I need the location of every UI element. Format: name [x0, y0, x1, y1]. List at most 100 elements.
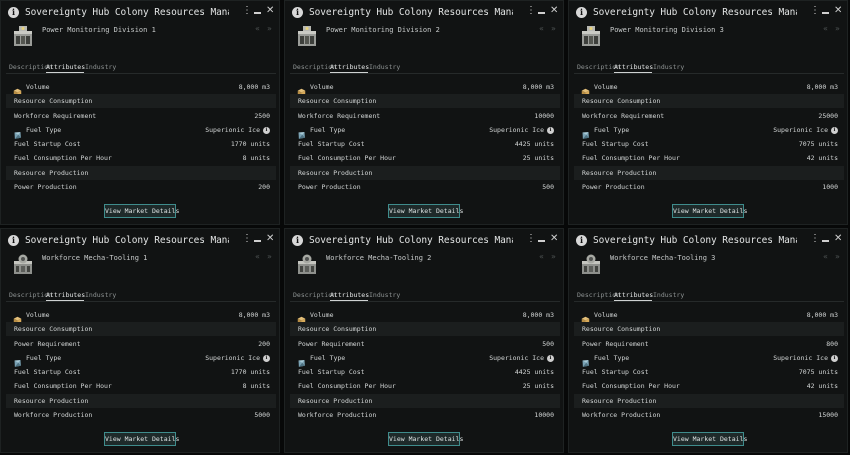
back-arrow-icon[interactable]: « — [255, 252, 260, 261]
info-window: i Sovereignty Hub Colony Resources Manage… — [284, 228, 564, 453]
minimize-icon[interactable] — [254, 12, 261, 14]
window-titlebar[interactable]: i Sovereignty Hub Colony Resources Manage… — [1, 1, 279, 25]
attribute-label: Fuel Startup Cost — [14, 368, 81, 376]
tab-attributes[interactable]: Attributes — [330, 291, 369, 299]
attribute-label: Resource Production — [582, 169, 657, 177]
attribute-label: Fuel Startup Cost — [298, 368, 365, 376]
forward-arrow-icon[interactable]: » — [267, 252, 272, 261]
forward-arrow-icon[interactable]: » — [835, 252, 840, 261]
window-titlebar[interactable]: i Sovereignty Hub Colony Resources Manage… — [569, 1, 847, 25]
back-arrow-icon[interactable]: « — [539, 252, 544, 261]
attribute-value: 1770 units — [231, 368, 270, 376]
info-icon[interactable]: i — [547, 354, 554, 362]
tab-industry[interactable]: Industry — [653, 291, 684, 299]
attribute-value: 4425 units — [515, 368, 554, 376]
superionic-ice-icon — [581, 353, 590, 367]
attribute-row: Fuel Consumption Per Hour 42 units — [574, 379, 844, 393]
active-tab-indicator — [614, 72, 652, 73]
more-options-icon[interactable]: ⋮ — [810, 233, 820, 244]
minimize-icon[interactable] — [254, 240, 261, 242]
tab-attributes[interactable]: Attributes — [614, 291, 653, 299]
attribute-label: Volume — [310, 311, 334, 319]
info-icon[interactable]: i — [8, 7, 19, 18]
more-options-icon[interactable]: ⋮ — [526, 233, 536, 244]
info-icon[interactable]: i — [831, 354, 838, 362]
attribute-label: Resource Production — [298, 169, 373, 177]
tab-attributes[interactable]: Attributes — [46, 63, 85, 71]
back-arrow-icon[interactable]: « — [539, 24, 544, 33]
attribute-value-text: 8,000 m3 — [238, 311, 270, 319]
attribute-value-text: 25 units — [522, 154, 554, 162]
window-titlebar[interactable]: i Sovereignty Hub Colony Resources Manage… — [569, 229, 847, 253]
attribute-value-text: 8,000 m3 — [522, 83, 554, 91]
attribute-value[interactable]: Superionic Ice i — [773, 126, 838, 134]
more-options-icon[interactable]: ⋮ — [242, 5, 252, 16]
view-market-details-button[interactable]: View Market Details — [672, 432, 747, 446]
forward-arrow-icon[interactable]: » — [267, 24, 272, 33]
close-icon[interactable]: ✕ — [834, 5, 842, 16]
close-icon[interactable]: ✕ — [550, 5, 558, 16]
superionic-ice-icon — [297, 353, 306, 367]
close-icon[interactable]: ✕ — [834, 233, 842, 244]
info-icon[interactable]: i — [547, 126, 554, 134]
info-icon[interactable]: i — [263, 126, 270, 134]
minimize-icon[interactable] — [822, 240, 829, 242]
attribute-row: Fuel Type Superionic Ice i — [290, 123, 560, 139]
tab-attributes[interactable]: Attributes — [330, 63, 369, 71]
tab-attributes[interactable]: Attributes — [614, 63, 653, 71]
attribute-value: 42 units — [807, 154, 838, 162]
view-market-details-button[interactable]: View Market Details — [672, 204, 747, 218]
view-market-details-button[interactable]: View Market Details — [388, 432, 463, 446]
tab-industry[interactable]: Industry — [653, 63, 684, 71]
forward-arrow-icon[interactable]: » — [835, 24, 840, 33]
more-options-icon[interactable]: ⋮ — [242, 233, 252, 244]
forward-arrow-icon[interactable]: » — [551, 252, 556, 261]
view-market-details-button[interactable]: View Market Details — [388, 204, 463, 218]
section-header: Resource Consumption — [574, 322, 844, 336]
window-titlebar[interactable]: i Sovereignty Hub Colony Resources Manage… — [285, 229, 563, 253]
view-market-details-button[interactable]: View Market Details — [104, 204, 179, 218]
attribute-value-text: 8 units — [242, 382, 270, 390]
info-icon[interactable]: i — [576, 7, 587, 18]
tab-industry[interactable]: Industry — [85, 291, 116, 299]
attribute-value-text: 7075 units — [798, 140, 838, 148]
attribute-row: Fuel Type Superionic Ice i — [6, 351, 276, 367]
info-icon[interactable]: i — [263, 354, 270, 362]
attribute-value[interactable]: Superionic Ice i — [489, 354, 554, 362]
tab-divider — [574, 301, 844, 302]
tab-divider — [574, 73, 844, 74]
info-icon[interactable]: i — [831, 126, 838, 134]
minimize-icon[interactable] — [538, 12, 545, 14]
info-icon[interactable]: i — [292, 7, 303, 18]
info-icon[interactable]: i — [8, 235, 19, 246]
attribute-row: Volume 8,000 m3 — [290, 308, 560, 325]
tab-industry[interactable]: Industry — [369, 291, 400, 299]
window-titlebar[interactable]: i Sovereignty Hub Colony Resources Manage… — [1, 229, 279, 253]
attribute-value[interactable]: Superionic Ice i — [205, 126, 270, 134]
close-icon[interactable]: ✕ — [266, 233, 274, 244]
more-options-icon[interactable]: ⋮ — [526, 5, 536, 16]
attribute-row: Power Requirement 800 — [574, 337, 844, 351]
back-arrow-icon[interactable]: « — [255, 24, 260, 33]
info-icon[interactable]: i — [576, 235, 587, 246]
attribute-row: Volume 8,000 m3 — [6, 308, 276, 325]
tab-industry[interactable]: Industry — [85, 63, 116, 71]
forward-arrow-icon[interactable]: » — [551, 24, 556, 33]
info-icon[interactable]: i — [292, 235, 303, 246]
close-icon[interactable]: ✕ — [266, 5, 274, 16]
window-titlebar[interactable]: i Sovereignty Hub Colony Resources Manage… — [285, 1, 563, 25]
attribute-value-text: 8,000 m3 — [238, 83, 270, 91]
view-market-details-button[interactable]: View Market Details — [104, 432, 179, 446]
close-icon[interactable]: ✕ — [550, 233, 558, 244]
more-options-icon[interactable]: ⋮ — [810, 5, 820, 16]
back-arrow-icon[interactable]: « — [823, 24, 828, 33]
attribute-value[interactable]: Superionic Ice i — [489, 126, 554, 134]
minimize-icon[interactable] — [538, 240, 545, 242]
attribute-value[interactable]: Superionic Ice i — [773, 354, 838, 362]
minimize-icon[interactable] — [822, 12, 829, 14]
tab-industry[interactable]: Industry — [369, 63, 400, 71]
back-arrow-icon[interactable]: « — [823, 252, 828, 261]
section-header: Resource Production — [574, 166, 844, 180]
tab-attributes[interactable]: Attributes — [46, 291, 85, 299]
attribute-value[interactable]: Superionic Ice i — [205, 354, 270, 362]
